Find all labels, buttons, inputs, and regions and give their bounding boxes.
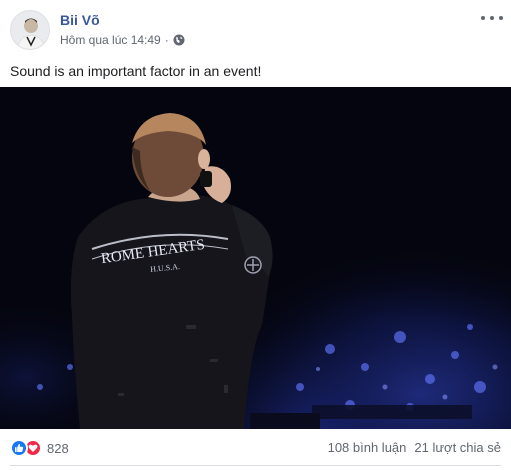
- post-stats: 108 bình luận 21 lượt chia sẻ: [328, 440, 501, 455]
- post-meta: Hôm qua lúc 14:49 ·: [60, 33, 185, 47]
- comments-count-link[interactable]: 108 bình luận: [328, 440, 407, 455]
- footer-divider: [10, 465, 501, 466]
- post-photo[interactable]: ROME HEARTS H.U.S.A.: [0, 87, 511, 429]
- meta-separator: ·: [164, 33, 169, 47]
- reaction-count: 828: [47, 440, 69, 456]
- more-options-icon[interactable]: [481, 10, 503, 26]
- like-icon: [10, 439, 28, 457]
- post-timestamp[interactable]: Hôm qua lúc 14:49: [60, 33, 161, 47]
- globe-icon[interactable]: [173, 34, 185, 46]
- post-text: Sound is an important factor in an event…: [10, 63, 262, 79]
- shares-count-link[interactable]: 21 lượt chia sẻ: [414, 440, 501, 455]
- author-avatar[interactable]: [10, 10, 50, 50]
- reactions-summary[interactable]: 828: [10, 439, 69, 457]
- facebook-post: Bii Võ Hôm qua lúc 14:49 · Sound is an i…: [0, 0, 511, 470]
- author-name[interactable]: Bii Võ: [60, 12, 100, 28]
